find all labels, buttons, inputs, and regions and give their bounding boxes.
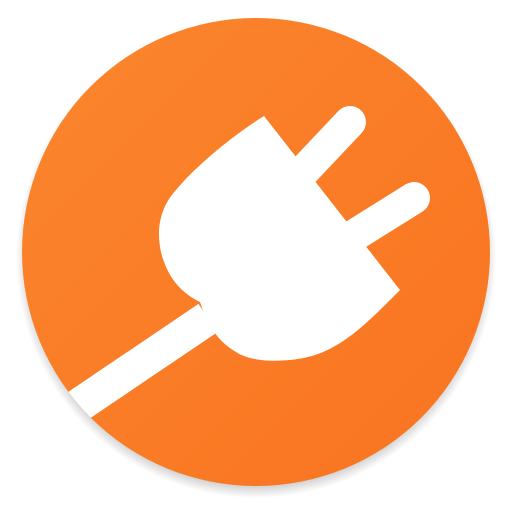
app-icon[interactable] (0, 0, 512, 512)
app-icon-canvas (0, 0, 512, 512)
